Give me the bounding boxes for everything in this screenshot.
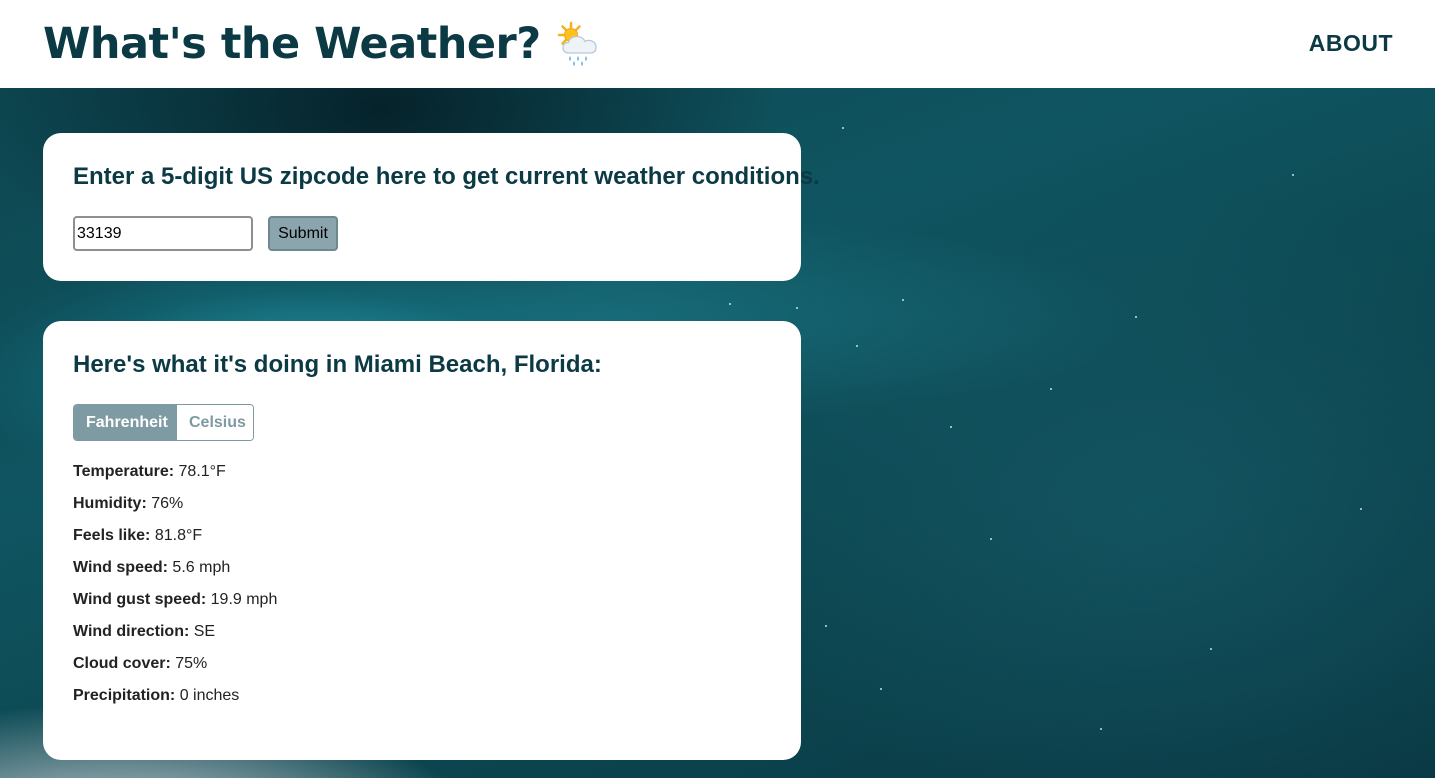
stat-label: Wind direction: <box>73 623 190 640</box>
location-heading: Here's what it's doing in Miami Beach, F… <box>73 351 602 378</box>
stat-value: 76% <box>151 495 184 512</box>
stat-value: 78.1°F <box>178 463 226 480</box>
stat-wind-direction: Wind direction: SE <box>73 623 277 655</box>
stat-value: 0 inches <box>179 687 240 704</box>
stat-precipitation: Precipitation: 0 inches <box>73 687 277 719</box>
stat-temperature: Temperature: 78.1°F <box>73 463 277 495</box>
site-title: What's the Weather? <box>43 14 603 74</box>
stat-value: 75% <box>175 655 208 672</box>
about-link[interactable]: ABOUT <box>1309 30 1393 57</box>
submit-button[interactable]: Submit <box>268 216 338 251</box>
stat-cloud-cover: Cloud cover: 75% <box>73 655 277 687</box>
unit-toggle: Fahrenheit Celsius <box>73 404 254 441</box>
zipcode-search-card: Enter a 5-digit US zipcode here to get c… <box>43 133 820 281</box>
stat-wind-speed: Wind speed: 5.6 mph <box>73 559 277 591</box>
stat-label: Precipitation: <box>73 687 176 704</box>
zipcode-input[interactable] <box>73 216 253 251</box>
stat-value: 81.8°F <box>154 527 203 544</box>
stat-wind-gust-speed: Wind gust speed: 19.9 mph <box>73 591 277 623</box>
stat-label: Cloud cover: <box>73 655 171 672</box>
stat-value: SE <box>193 623 216 640</box>
stat-humidity: Humidity: 76% <box>73 495 277 527</box>
fahrenheit-button[interactable]: Fahrenheit <box>74 405 176 440</box>
weather-results-card: Here's what it's doing in Miami Beach, F… <box>43 321 801 760</box>
celsius-button[interactable]: Celsius <box>176 405 253 440</box>
stat-label: Wind speed: <box>73 559 168 576</box>
stat-label: Humidity: <box>73 495 147 512</box>
stat-label: Temperature: <box>73 463 175 480</box>
stat-value: 19.9 mph <box>210 591 278 608</box>
stat-label: Feels like: <box>73 527 151 544</box>
weather-stats-list: Temperature: 78.1°F Humidity: 76% Feels … <box>73 463 277 719</box>
stat-label: Wind gust speed: <box>73 591 207 608</box>
site-title-text: What's the Weather? <box>43 19 541 69</box>
site-header: What's the Weather? ABOUT <box>0 0 1435 88</box>
stat-feels-like: Feels like: 81.8°F <box>73 527 277 559</box>
stat-value: 5.6 mph <box>172 559 231 576</box>
search-prompt: Enter a 5-digit US zipcode here to get c… <box>73 163 820 190</box>
sun-behind-rain-cloud-icon <box>555 20 603 68</box>
